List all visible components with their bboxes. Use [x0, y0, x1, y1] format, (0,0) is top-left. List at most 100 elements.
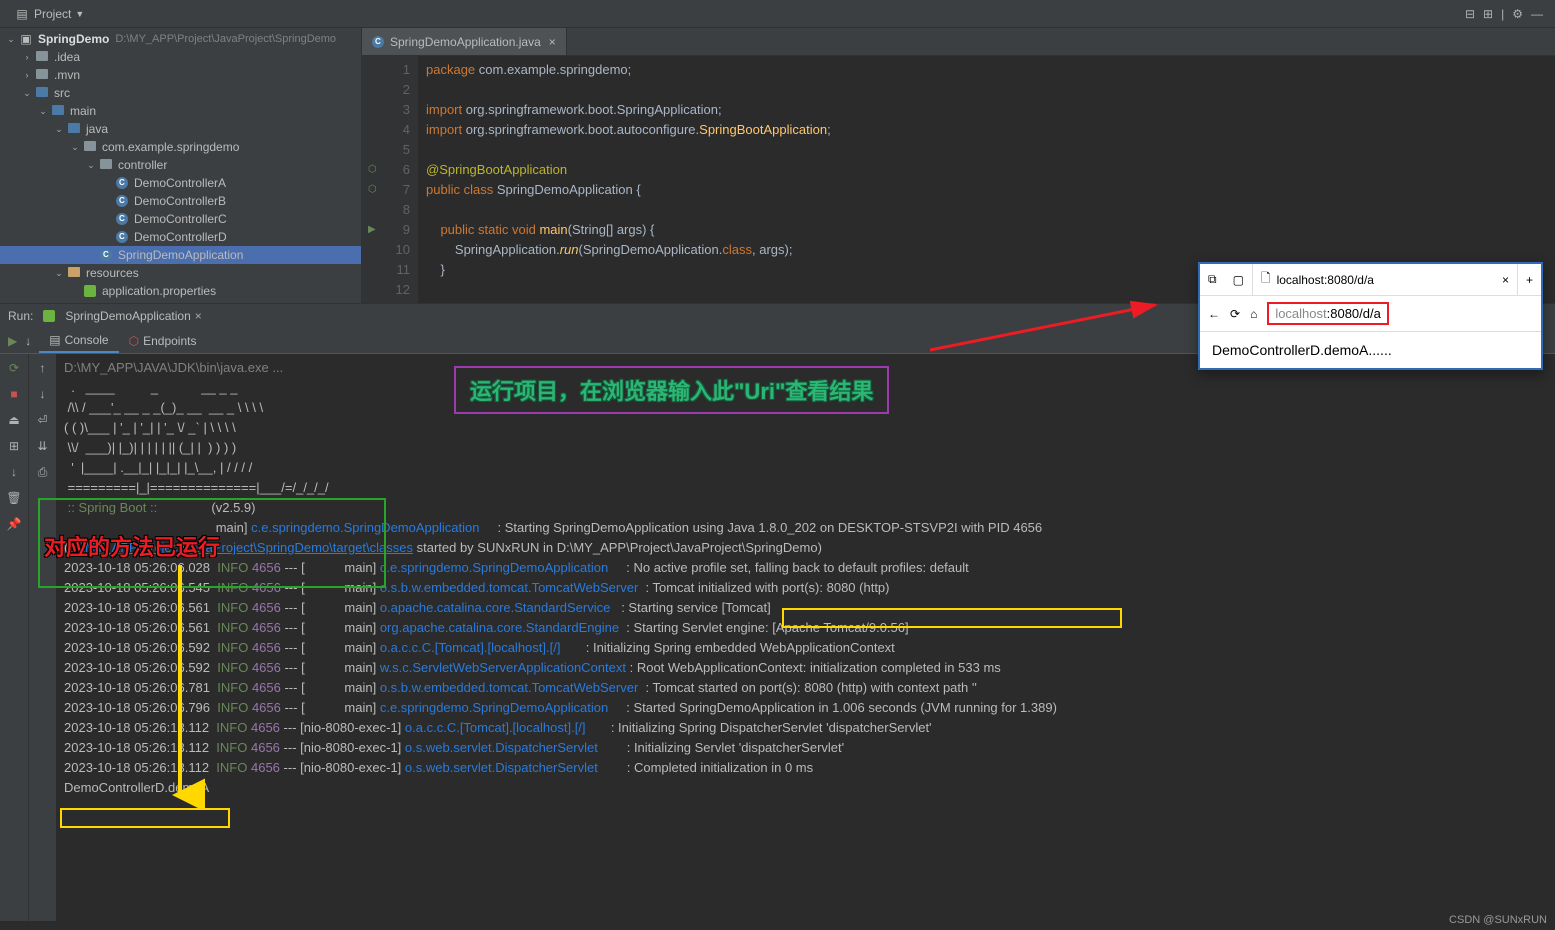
tree-item[interactable]: DemoControllerA — [0, 174, 361, 192]
exit-icon[interactable]: ⏏ — [4, 410, 24, 430]
project-tool-dropdown[interactable]: ▤ Project ▼ — [8, 4, 90, 24]
tree-label: DemoControllerD — [134, 230, 227, 244]
project-label: Project — [34, 7, 71, 21]
class-icon — [114, 211, 130, 227]
trash-icon[interactable]: 🗑 — [4, 488, 24, 508]
tree-item[interactable]: ⌄java — [0, 120, 361, 138]
close-icon[interactable]: × — [195, 309, 202, 323]
pin-icon[interactable]: 📌 — [4, 514, 24, 534]
class-icon — [114, 175, 130, 191]
tree-root[interactable]: ⌄ ▣ SpringDemo D:\MY_APP\Project\JavaPro… — [0, 30, 361, 48]
tree-label: main — [70, 104, 96, 118]
endpoints-icon: ⬡ — [129, 334, 139, 348]
project-tree[interactable]: ⌄ ▣ SpringDemo D:\MY_APP\Project\JavaPro… — [0, 28, 361, 303]
chevron-icon[interactable]: ⌄ — [68, 142, 82, 153]
watermark: CSDN @SUNxRUN — [1449, 914, 1547, 926]
chevron-icon[interactable]: ⌄ — [84, 160, 98, 171]
tree-item[interactable]: ›.idea — [0, 48, 361, 66]
back-icon[interactable]: ← — [1208, 307, 1220, 321]
browser-addressbar: ← ⟳ ⌂ localhost:8080/d/a — [1200, 296, 1541, 332]
class-icon — [114, 193, 130, 209]
down-icon[interactable]: ↓ — [33, 384, 53, 404]
annotation-uri: 运行项目，在浏览器输入此"Uri"查看结果 — [454, 366, 889, 414]
console-output[interactable]: D:\MY_APP\JAVA\JDK\bin\java.exe ... . __… — [56, 354, 1555, 921]
chevron-icon[interactable]: ⌄ — [52, 268, 66, 279]
browser-tab-new-icon[interactable]: ▢ — [1225, 264, 1252, 295]
tree-item[interactable]: ⌄ resources — [0, 264, 361, 282]
stop-icon[interactable]: ■ — [4, 384, 24, 404]
browser-tab-copy-icon[interactable]: ⧉ — [1200, 264, 1225, 295]
folder-icon — [34, 67, 50, 83]
chevron-icon[interactable]: ⌄ — [20, 88, 34, 99]
tree-item[interactable]: ⌄controller — [0, 156, 361, 174]
tree-label: resources — [86, 266, 139, 280]
chevron-icon[interactable]: › — [20, 70, 34, 80]
expand-icon[interactable]: ⊞ — [1483, 7, 1493, 21]
folder-icon — [34, 49, 50, 65]
wrap-icon[interactable]: ⏎ — [33, 410, 53, 430]
tree-item[interactable]: › .mvn — [0, 66, 361, 84]
root-path: D:\MY_APP\Project\JavaProject\SpringDemo — [115, 33, 336, 45]
console-tab[interactable]: ▤ Console — [39, 329, 118, 353]
down-icon[interactable]: ↓ — [4, 462, 24, 482]
gear-icon[interactable]: ⚙ — [1512, 7, 1523, 21]
refresh-icon[interactable]: ⟳ — [1230, 307, 1240, 321]
collapse-icon[interactable]: ⊟ — [1465, 7, 1475, 21]
stop-icon[interactable]: ↓ — [25, 334, 31, 348]
url-input[interactable]: localhost:8080/d/a — [1267, 302, 1389, 325]
chevron-down-icon[interactable]: ⌄ — [4, 34, 18, 45]
class-icon — [114, 229, 130, 245]
hide-icon[interactable]: — — [1531, 7, 1543, 21]
browser-window: ⧉ ▢ 🗋 localhost:8080/d/a × + ← ⟳ ⌂ local… — [1198, 262, 1543, 370]
annotation-method: 对应的方法已运行 — [44, 530, 220, 562]
project-icon: ▤ — [14, 6, 30, 22]
scroll-icon[interactable]: ⇊ — [33, 436, 53, 456]
rerun-icon[interactable]: ▶ — [8, 334, 17, 348]
run-sidebar: ⟳ ■ ⏏ ⊞ ↓ 🗑 📌 — [0, 354, 28, 921]
folder-blue-icon — [66, 121, 82, 137]
restart-icon[interactable]: ⟳ — [4, 358, 24, 378]
url-rest: :8080/d/a — [1327, 306, 1381, 321]
tree-item[interactable]: DemoControllerC — [0, 210, 361, 228]
page-icon: 🗋 — [1261, 269, 1271, 290]
up-icon[interactable]: ↑ — [33, 358, 53, 378]
tree-label: DemoControllerC — [134, 212, 227, 226]
editor-tab[interactable]: SpringDemoApplication.java × — [362, 28, 567, 55]
divider: | — [1501, 7, 1504, 21]
endpoints-tab[interactable]: ⬡ Endpoints — [119, 330, 207, 352]
folder-orange-icon — [66, 265, 82, 281]
chevron-down-icon: ▼ — [75, 9, 84, 19]
ide-toolbar: ▤ Project ▼ ⊟ ⊞ | ⚙ — — [0, 0, 1555, 28]
tree-item[interactable]: ⌄src — [0, 84, 361, 102]
gutter: 12345⬡6⬡78▶91011121314 — [362, 56, 418, 303]
tree-label: .mvn — [54, 68, 80, 82]
tree-item[interactable]: ⌄com.example.springdemo — [0, 138, 361, 156]
browser-titlebar: ⧉ ▢ 🗋 localhost:8080/d/a × + — [1200, 264, 1541, 296]
tree-label: DemoControllerA — [134, 176, 226, 190]
root-name: SpringDemo — [38, 32, 109, 46]
browser-content: DemoControllerD.demoA...... — [1200, 332, 1541, 368]
spring-icon — [41, 308, 57, 324]
print-icon[interactable]: ⎙ — [33, 462, 53, 482]
tree-item[interactable]: SpringDemoApplication — [0, 246, 361, 264]
tree-label: application.properties — [102, 284, 216, 298]
console-icon: ▤ — [49, 333, 60, 347]
tree-item[interactable]: DemoControllerD — [0, 228, 361, 246]
layout-icon[interactable]: ⊞ — [4, 436, 24, 456]
folder-icon — [98, 157, 114, 173]
close-icon[interactable]: × — [1502, 273, 1509, 287]
tree-item[interactable]: DemoControllerB — [0, 192, 361, 210]
tab-title: localhost:8080/d/a — [1277, 273, 1374, 287]
browser-tab[interactable]: 🗋 localhost:8080/d/a × — [1252, 264, 1518, 295]
chevron-icon[interactable]: ⌄ — [36, 106, 50, 117]
home-icon[interactable]: ⌂ — [1250, 307, 1257, 321]
run-config-name: SpringDemoApplication — [65, 309, 190, 323]
close-icon[interactable]: × — [549, 35, 556, 49]
new-tab-button[interactable]: + — [1518, 264, 1541, 295]
chevron-icon[interactable]: › — [20, 52, 34, 62]
tree-item[interactable]: application.properties — [0, 282, 361, 300]
tree-label: SpringDemoApplication — [118, 248, 243, 262]
chevron-icon[interactable]: ⌄ — [52, 124, 66, 135]
tree-item[interactable]: ⌄ main — [0, 102, 361, 120]
module-icon: ▣ — [18, 31, 34, 47]
